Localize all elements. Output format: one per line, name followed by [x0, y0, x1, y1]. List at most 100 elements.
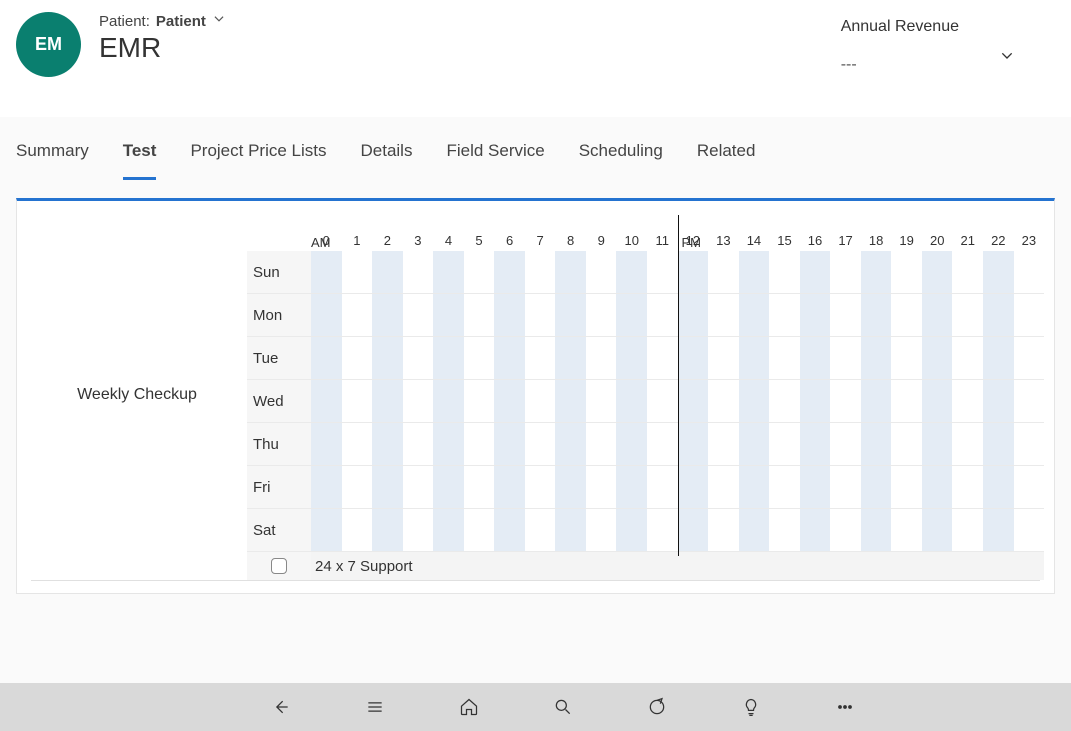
cell-thu-1[interactable]: [342, 423, 373, 465]
cell-thu-2[interactable]: [372, 423, 403, 465]
cell-sun-22[interactable]: [983, 251, 1014, 293]
cell-tue-15[interactable]: [769, 337, 800, 379]
more-button[interactable]: [834, 696, 856, 718]
cell-thu-19[interactable]: [891, 423, 922, 465]
cell-wed-22[interactable]: [983, 380, 1014, 422]
tab-details[interactable]: Details: [360, 141, 412, 180]
cell-thu-15[interactable]: [769, 423, 800, 465]
cell-wed-3[interactable]: [403, 380, 434, 422]
cell-tue-4[interactable]: [433, 337, 464, 379]
cell-wed-2[interactable]: [372, 380, 403, 422]
cell-mon-2[interactable]: [372, 294, 403, 336]
cell-sun-17[interactable]: [830, 251, 861, 293]
cell-sat-1[interactable]: [342, 509, 373, 551]
cell-wed-10[interactable]: [616, 380, 647, 422]
cell-sat-5[interactable]: [464, 509, 495, 551]
cell-tue-11[interactable]: [647, 337, 678, 379]
cell-fri-3[interactable]: [403, 466, 434, 508]
cell-fri-8[interactable]: [555, 466, 586, 508]
cell-tue-7[interactable]: [525, 337, 556, 379]
cell-sun-5[interactable]: [464, 251, 495, 293]
tab-project-price-lists[interactable]: Project Price Lists: [190, 141, 326, 180]
cell-fri-10[interactable]: [616, 466, 647, 508]
breadcrumb[interactable]: Patient: Patient: [99, 12, 841, 30]
expand-revenue-icon[interactable]: [999, 18, 1015, 67]
cell-sun-20[interactable]: [922, 251, 953, 293]
cell-sun-15[interactable]: [769, 251, 800, 293]
cell-wed-1[interactable]: [342, 380, 373, 422]
cell-sun-11[interactable]: [647, 251, 678, 293]
cell-tue-6[interactable]: [494, 337, 525, 379]
cell-sun-4[interactable]: [433, 251, 464, 293]
tab-field-service[interactable]: Field Service: [446, 141, 544, 180]
cell-fri-6[interactable]: [494, 466, 525, 508]
cell-mon-6[interactable]: [494, 294, 525, 336]
cell-wed-20[interactable]: [922, 380, 953, 422]
cell-mon-21[interactable]: [952, 294, 983, 336]
cell-tue-22[interactable]: [983, 337, 1014, 379]
cell-mon-19[interactable]: [891, 294, 922, 336]
cell-sat-14[interactable]: [739, 509, 770, 551]
cell-fri-20[interactable]: [922, 466, 953, 508]
cell-mon-0[interactable]: [311, 294, 342, 336]
cell-wed-17[interactable]: [830, 380, 861, 422]
cell-sat-7[interactable]: [525, 509, 556, 551]
cell-thu-20[interactable]: [922, 423, 953, 465]
tab-related[interactable]: Related: [697, 141, 756, 180]
cell-mon-16[interactable]: [800, 294, 831, 336]
cell-sat-22[interactable]: [983, 509, 1014, 551]
cell-sun-6[interactable]: [494, 251, 525, 293]
cell-sat-23[interactable]: [1014, 509, 1045, 551]
cell-fri-15[interactable]: [769, 466, 800, 508]
cell-sat-20[interactable]: [922, 509, 953, 551]
cell-mon-9[interactable]: [586, 294, 617, 336]
cell-mon-20[interactable]: [922, 294, 953, 336]
cell-sun-8[interactable]: [555, 251, 586, 293]
cell-thu-9[interactable]: [586, 423, 617, 465]
cell-sat-8[interactable]: [555, 509, 586, 551]
cell-tue-16[interactable]: [800, 337, 831, 379]
cell-fri-11[interactable]: [647, 466, 678, 508]
cell-tue-23[interactable]: [1014, 337, 1045, 379]
cell-sat-12[interactable]: [678, 509, 709, 551]
cell-thu-17[interactable]: [830, 423, 861, 465]
cell-tue-8[interactable]: [555, 337, 586, 379]
cell-thu-13[interactable]: [708, 423, 739, 465]
cell-wed-12[interactable]: [678, 380, 709, 422]
cell-mon-11[interactable]: [647, 294, 678, 336]
cell-fri-12[interactable]: [678, 466, 709, 508]
cell-thu-5[interactable]: [464, 423, 495, 465]
cell-mon-5[interactable]: [464, 294, 495, 336]
cell-thu-23[interactable]: [1014, 423, 1045, 465]
menu-button[interactable]: [364, 696, 386, 718]
cell-fri-22[interactable]: [983, 466, 1014, 508]
cell-sun-12[interactable]: [678, 251, 709, 293]
tab-summary[interactable]: Summary: [16, 141, 89, 180]
cell-sat-0[interactable]: [311, 509, 342, 551]
cell-thu-6[interactable]: [494, 423, 525, 465]
cell-sat-2[interactable]: [372, 509, 403, 551]
cell-thu-22[interactable]: [983, 423, 1014, 465]
cell-thu-4[interactable]: [433, 423, 464, 465]
cell-thu-0[interactable]: [311, 423, 342, 465]
cell-tue-1[interactable]: [342, 337, 373, 379]
cell-mon-22[interactable]: [983, 294, 1014, 336]
cell-sun-0[interactable]: [311, 251, 342, 293]
cell-tue-20[interactable]: [922, 337, 953, 379]
cell-tue-13[interactable]: [708, 337, 739, 379]
back-button[interactable]: [270, 696, 292, 718]
cell-sun-10[interactable]: [616, 251, 647, 293]
cell-fri-18[interactable]: [861, 466, 892, 508]
cell-tue-12[interactable]: [678, 337, 709, 379]
cell-wed-13[interactable]: [708, 380, 739, 422]
cell-sun-19[interactable]: [891, 251, 922, 293]
cell-sun-9[interactable]: [586, 251, 617, 293]
cell-fri-14[interactable]: [739, 466, 770, 508]
cell-wed-11[interactable]: [647, 380, 678, 422]
cell-fri-17[interactable]: [830, 466, 861, 508]
cell-wed-6[interactable]: [494, 380, 525, 422]
cell-tue-17[interactable]: [830, 337, 861, 379]
cell-sun-23[interactable]: [1014, 251, 1045, 293]
cell-tue-21[interactable]: [952, 337, 983, 379]
cell-sat-17[interactable]: [830, 509, 861, 551]
